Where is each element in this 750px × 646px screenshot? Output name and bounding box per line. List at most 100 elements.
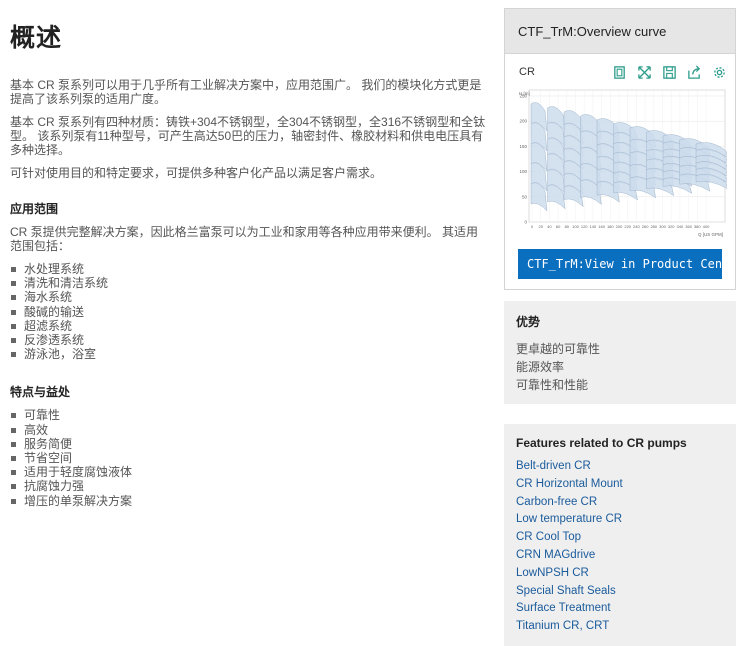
y-tick-label: 200 xyxy=(519,119,527,124)
related-feature-link[interactable]: Carbon-free CR xyxy=(516,494,724,512)
share-icon[interactable] xyxy=(687,64,702,80)
x-tick-label: 400 xyxy=(703,224,710,229)
fit-screen-icon[interactable] xyxy=(612,65,627,80)
feature-item: 增压的单泵解决方案 xyxy=(10,494,488,508)
feature-item: 服务简便 xyxy=(10,437,488,451)
feature-item-text: 抗腐蚀力强 xyxy=(24,479,85,494)
x-tick-label: 120 xyxy=(581,224,588,229)
x-tick-label: 0 xyxy=(531,224,534,229)
applications-intro: CR 泵提供完整解决方案，因此格兰富泵可以为工业和家用等各种应用带来便利。 其适… xyxy=(10,225,479,253)
applications-heading: 应用范围 xyxy=(10,202,59,216)
bullet-icon xyxy=(11,498,16,504)
application-item-text: 水处理系统 xyxy=(24,262,85,276)
application-item: 反渗透系统 xyxy=(10,333,488,347)
related-feature-link[interactable]: CR Horizontal Mount xyxy=(516,476,724,494)
feature-item-text: 服务简便 xyxy=(24,436,73,451)
x-tick-label: 40 xyxy=(547,224,552,229)
x-tick-label: 320 xyxy=(668,224,675,229)
features-heading: 特点与益处 xyxy=(10,385,71,400)
x-tick-label: 180 xyxy=(607,224,614,229)
feature-item: 高效 xyxy=(10,423,488,437)
y-axis-label: H [m] xyxy=(519,91,530,96)
save-icon[interactable] xyxy=(662,65,677,80)
settings-icon[interactable] xyxy=(712,65,727,80)
advantage-item: 更卓越的可靠性 xyxy=(516,342,601,356)
feature-item: 节省空间 xyxy=(10,451,488,465)
application-item: 水处理系统 xyxy=(10,262,488,276)
advantage-item: 能源效率 xyxy=(516,360,565,374)
curve-plot: 250200150100500 0 20 40 60 80 100 120 140 160 180… xyxy=(519,89,729,237)
features-list: 可靠性 高效 服务简便 节省空间 适用于轻度腐蚀液体 抗腐蚀力强 增压的单泵解决方案 xyxy=(10,408,488,508)
advantage-item: 可靠性和性能 xyxy=(516,378,589,392)
feature-item-text: 节省空间 xyxy=(24,451,73,466)
view-in-product-center-button[interactable]: CTF_TrM:View in Product Center xyxy=(518,249,722,279)
feature-item: 抗腐蚀力强 xyxy=(10,479,488,493)
x-tick-label: 240 xyxy=(633,224,640,229)
related-feature-link[interactable]: Special Shaft Seals xyxy=(516,583,724,601)
related-features-heading: Features related to CR pumps xyxy=(516,436,687,450)
bullet-icon xyxy=(11,441,16,447)
x-tick-label: 100 xyxy=(572,224,579,229)
x-tick-label: 80 xyxy=(565,224,570,229)
bullet-icon xyxy=(11,323,16,329)
y-tick-label: 50 xyxy=(522,194,528,199)
related-feature-link[interactable]: Surface Treatment xyxy=(516,600,724,618)
application-item: 超滤系统 xyxy=(10,319,488,333)
bullet-icon xyxy=(11,352,16,358)
overview-curve-chart[interactable]: 250 200 150 100 50 0 0 20 40 60 80 100 120 140 160 180… xyxy=(505,82,735,243)
applications-list: 水处理系统 清洗和清洁系统 海水系统 酸碱的输送 超滤系统 反渗透系统 游泳池，浴室 xyxy=(10,262,488,361)
bullet-icon xyxy=(11,309,16,315)
bullet-icon xyxy=(11,456,16,462)
bullet-icon xyxy=(11,338,16,344)
related-feature-link[interactable]: CRN MAGdrive xyxy=(516,547,724,565)
x-tick-label: 160 xyxy=(598,224,605,229)
x-tick-label: 280 xyxy=(650,224,657,229)
bullet-icon xyxy=(11,295,16,301)
bullet-icon xyxy=(11,470,16,476)
y-tick-label: 0 xyxy=(524,220,527,225)
x-tick-label: 340 xyxy=(677,224,684,229)
bullet-icon xyxy=(11,267,16,272)
product-label: CR xyxy=(519,66,535,78)
feature-item-text: 增压的单泵解决方案 xyxy=(24,493,133,508)
related-features-box: Features related to CR pumps Belt-driven… xyxy=(504,424,736,646)
curve-toolbar: CR xyxy=(505,54,735,82)
expand-icon[interactable] xyxy=(637,65,652,80)
intro-paragraph-1: 基本 CR 泵系列可以用于几乎所有工业解决方案中，应用范围广。 我们的模块化方式… xyxy=(10,78,482,106)
advantages-box: 优势 更卓越的可靠性 能源效率可靠性和性能 xyxy=(504,301,736,404)
x-tick-label: 300 xyxy=(659,224,666,229)
x-tick-label: 200 xyxy=(616,224,623,229)
x-tick-label: 220 xyxy=(624,224,631,229)
application-item-text: 海水系统 xyxy=(24,290,73,305)
x-tick-label: 60 xyxy=(556,224,561,229)
related-feature-link[interactable]: CR Cool Top xyxy=(516,529,724,547)
related-feature-link[interactable]: Titanium CR, CRT xyxy=(516,618,724,636)
y-tick-label: 100 xyxy=(519,169,527,174)
bullet-icon xyxy=(11,413,16,419)
application-item: 酸碱的输送 xyxy=(10,305,488,319)
application-item-text: 游泳池，浴室 xyxy=(24,347,97,362)
x-tick-label: 380 xyxy=(694,224,701,229)
x-tick-label: 260 xyxy=(642,224,649,229)
bullet-icon xyxy=(11,427,16,433)
related-feature-link[interactable]: Low temperature CR xyxy=(516,511,724,529)
application-item-text: 清洗和清洁系统 xyxy=(24,276,109,291)
application-item-text: 超滤系统 xyxy=(24,318,73,333)
overview-curve-card: CTF_TrM:Overview curve CR 250 200 150 10… xyxy=(504,8,736,290)
related-feature-link[interactable]: LowNPSH CR xyxy=(516,565,724,583)
feature-item-text: 适用于轻度腐蚀液体 xyxy=(24,465,133,480)
y-tick-label: 150 xyxy=(519,144,527,149)
x-axis-unit: Q [US GPM] xyxy=(698,232,723,237)
application-item-text: 酸碱的输送 xyxy=(24,304,85,319)
main-content: 概述 基本 CR 泵系列可以用于几乎所有工业解决方案中，应用范围广。 我们的模块… xyxy=(10,18,488,508)
feature-item: 可靠性 xyxy=(10,408,488,422)
page-title: 概述 xyxy=(10,24,63,52)
application-item: 海水系统 xyxy=(10,290,488,304)
x-tick-label: 360 xyxy=(685,224,692,229)
feature-item: 适用于轻度腐蚀液体 xyxy=(10,465,488,479)
feature-item-text: 高效 xyxy=(24,422,49,437)
related-feature-link[interactable]: Belt-driven CR xyxy=(516,458,724,476)
overview-curve-title: CTF_TrM:Overview curve xyxy=(505,9,735,54)
application-item-text: 反渗透系统 xyxy=(24,333,85,348)
advantages-heading: 优势 xyxy=(516,315,541,329)
